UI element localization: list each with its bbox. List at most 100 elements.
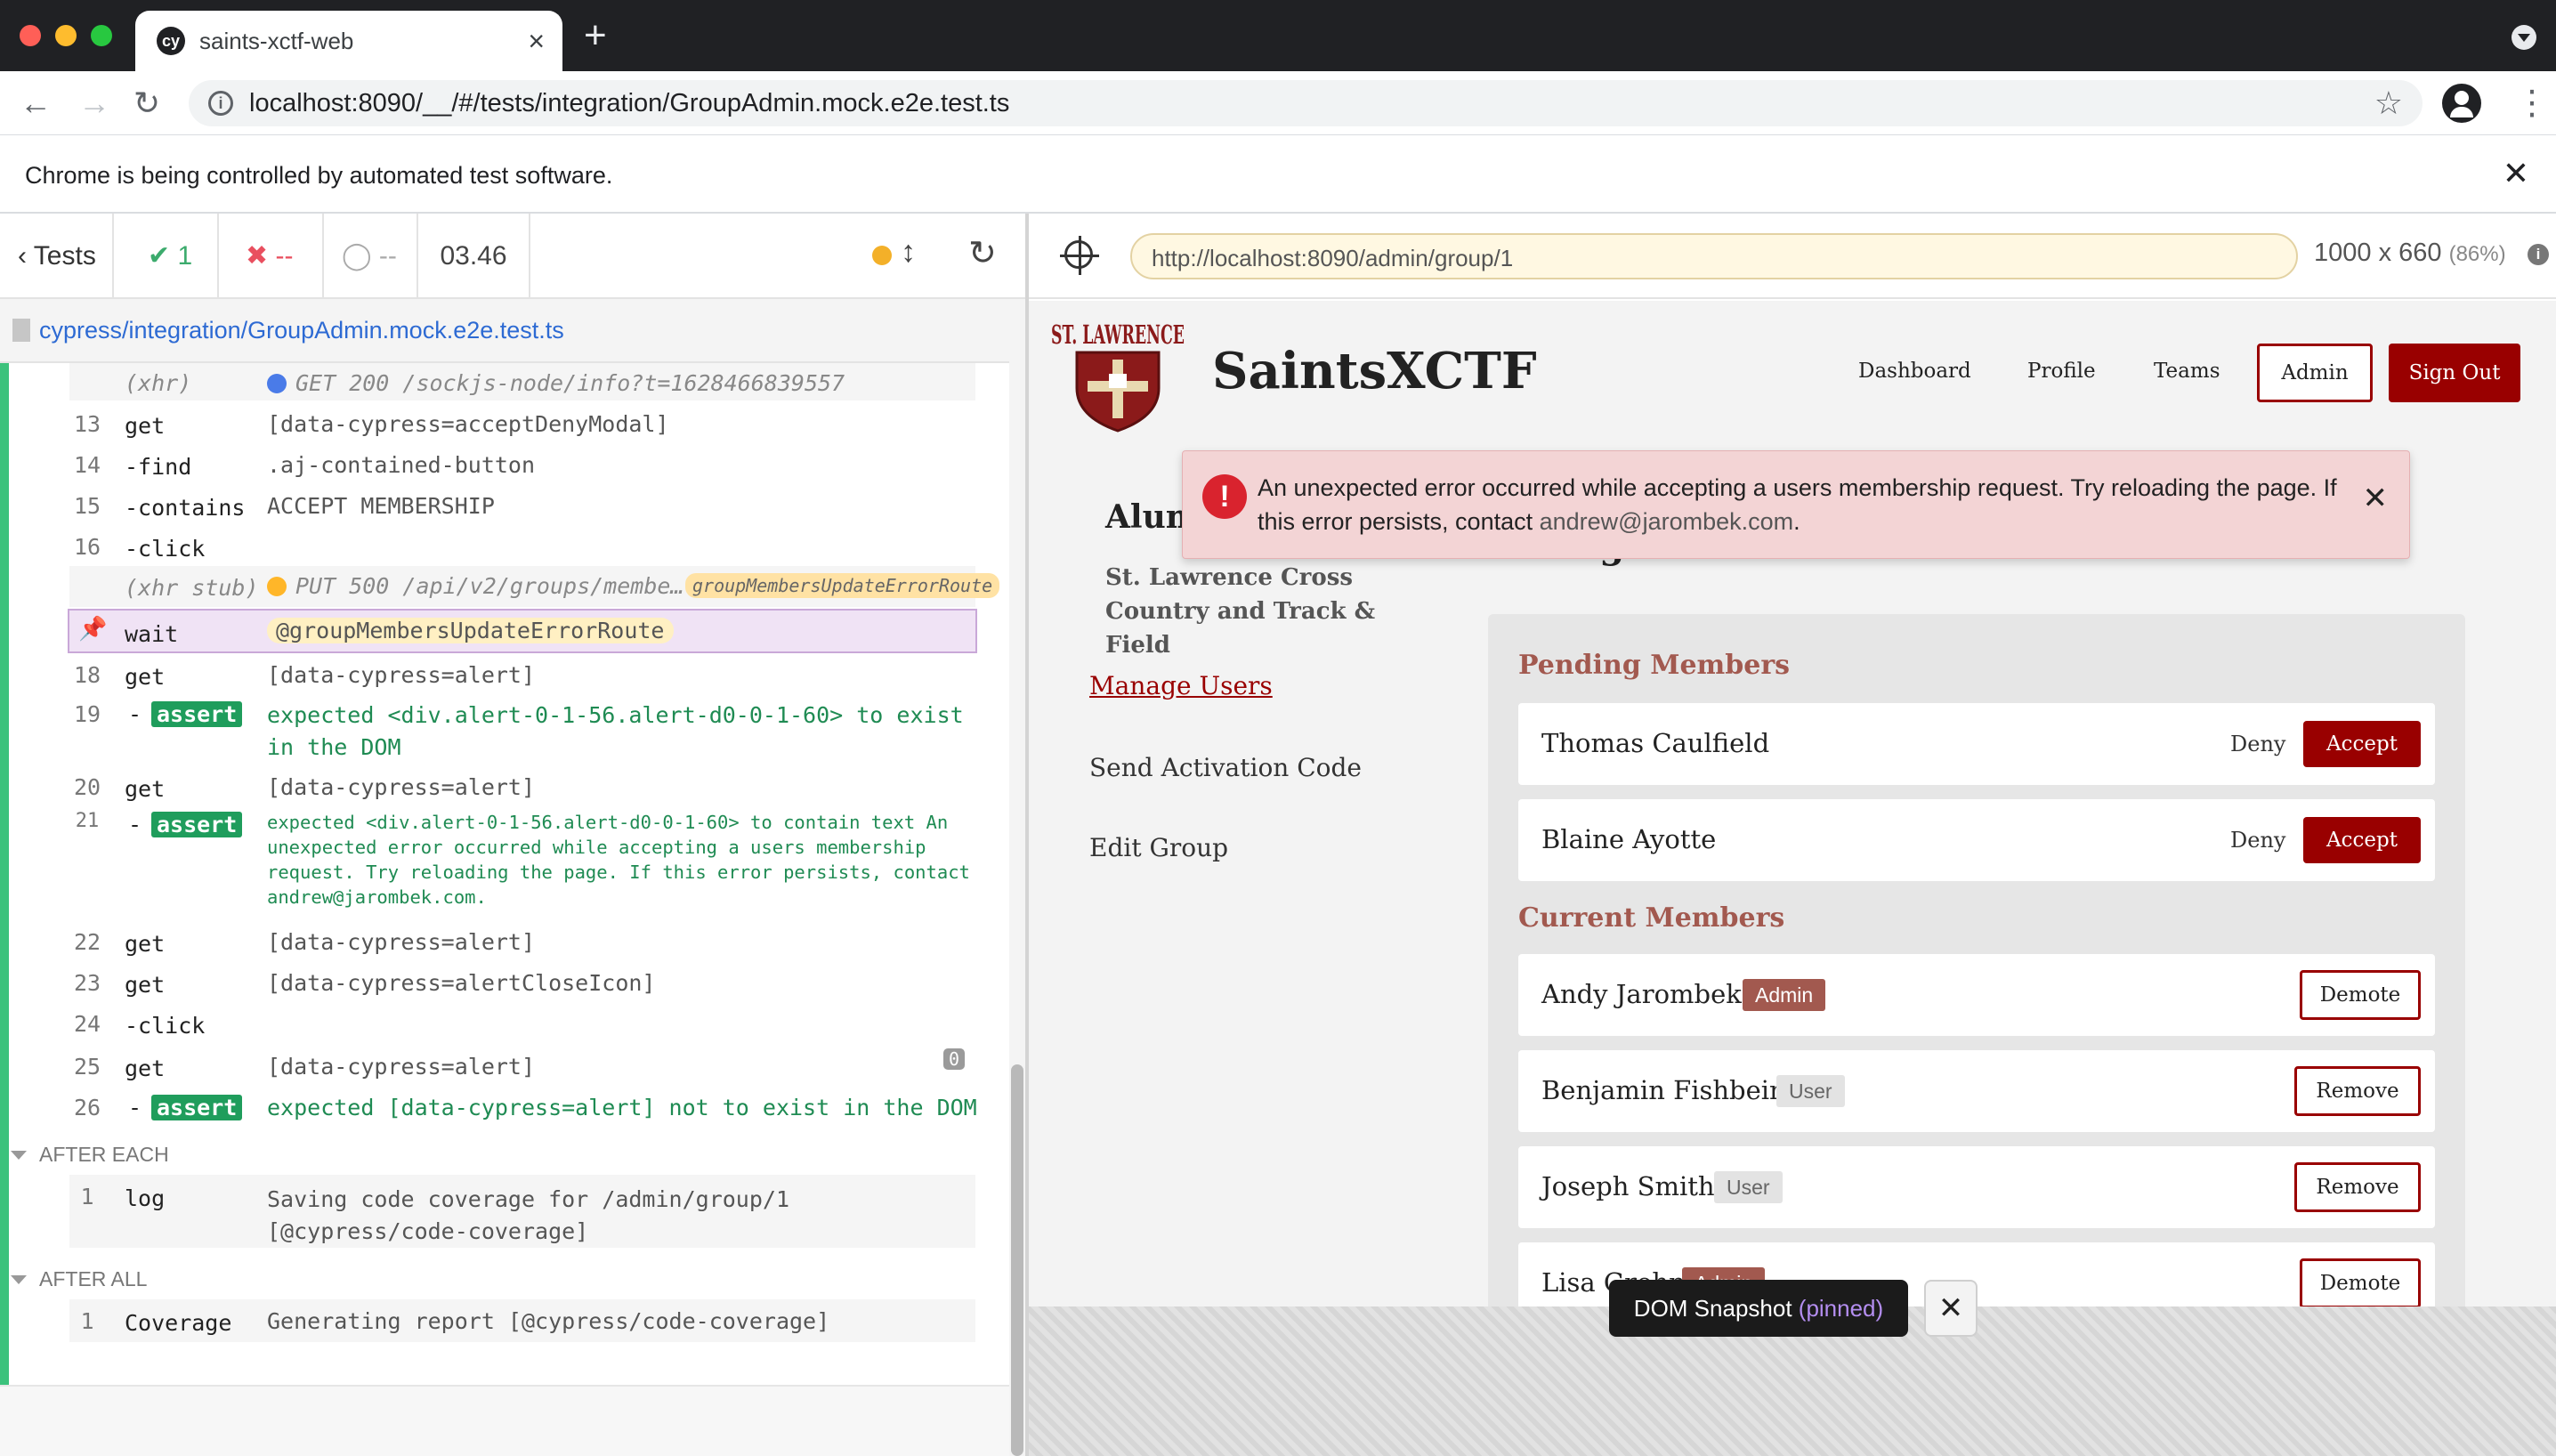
infobar-close-icon[interactable]: ✕ bbox=[2503, 155, 2529, 192]
after-each-hook[interactable]: AFTER EACH bbox=[39, 1137, 975, 1173]
reporter-scrollbar-thumb[interactable] bbox=[1011, 1064, 1023, 1456]
command-row[interactable]: (xhr) GET 200 /sockjs-node/info?t=162846… bbox=[69, 363, 975, 400]
chrome-menu-icon[interactable]: ⋮ bbox=[2515, 84, 2549, 123]
accept-button[interactable]: Accept bbox=[2303, 721, 2421, 767]
command-name: get bbox=[125, 1056, 166, 1081]
command-row[interactable]: 23 get [data-cypress=alertCloseIcon] bbox=[69, 961, 975, 1002]
after-all-hook[interactable]: AFTER ALL bbox=[39, 1262, 975, 1298]
minimize-window-button[interactable] bbox=[55, 25, 77, 46]
bookmark-star-icon[interactable]: ☆ bbox=[2374, 85, 2403, 121]
command-row[interactable]: 20 get [data-cypress=alert] bbox=[69, 767, 975, 806]
maximize-window-button[interactable] bbox=[91, 25, 112, 46]
demote-button[interactable]: Demote bbox=[2300, 1258, 2421, 1306]
spec-path-bar: cypress/integration/GroupAdmin.mock.e2e.… bbox=[0, 299, 1025, 363]
demote-button[interactable]: Demote bbox=[2300, 970, 2421, 1020]
selector-playground-icon[interactable] bbox=[1060, 236, 1099, 275]
check-icon: ✔ bbox=[148, 241, 171, 271]
command-row[interactable]: 19 - assert expected <div.alert-0-1-56.a… bbox=[69, 694, 975, 765]
deny-button[interactable]: Deny bbox=[2230, 828, 2285, 853]
command-row[interactable]: 14 -find .aj-contained-button bbox=[69, 443, 975, 484]
rerun-icon[interactable]: ↻ bbox=[968, 233, 997, 273]
command-row[interactable]: 24 -click bbox=[69, 1002, 975, 1043]
st-lawrence-logo: ST. LAWRENCE bbox=[1051, 320, 1185, 433]
command-number: 16 bbox=[73, 534, 101, 560]
x-icon: ✖ bbox=[246, 241, 269, 271]
tests-back-button[interactable]: ‹ Tests bbox=[0, 214, 114, 299]
address-url[interactable]: localhost:8090/__/#/tests/integration/Gr… bbox=[249, 89, 1009, 117]
alert-message: An unexpected error occurred while accep… bbox=[1258, 474, 2337, 535]
pending-count: ◯ -- bbox=[324, 214, 418, 299]
site-title[interactable]: SaintsXCTF bbox=[1212, 342, 1537, 400]
sidebar-manage-users[interactable]: Manage Users bbox=[1089, 671, 1273, 700]
command-name: wait bbox=[125, 621, 179, 647]
viewport-dimensions: 1000 x 660 bbox=[2314, 239, 2442, 267]
after-each-title: AFTER EACH bbox=[11, 1143, 169, 1167]
command-row-pinned[interactable]: 📌 wait @groupMembersUpdateErrorRoute bbox=[68, 609, 977, 653]
command-row[interactable]: 21 - assert expected <div.alert-0-1-56.a… bbox=[69, 808, 975, 918]
back-icon[interactable]: ← bbox=[20, 84, 52, 123]
logo-text: ST. LAWRENCE bbox=[1051, 320, 1185, 350]
auto-scroll-icon[interactable]: ↕ bbox=[901, 235, 916, 270]
close-window-button[interactable] bbox=[20, 25, 41, 46]
tab-title: saints-xctf-web bbox=[199, 28, 354, 54]
cypress-reporter: ‹ Tests ✔ 1 ✖ -- ◯ -- 03.46 ↕ ↻ cypress/… bbox=[0, 214, 1025, 1456]
aut-url-bar[interactable]: http://localhost:8090/admin/group/1 bbox=[1130, 233, 2298, 279]
nav-admin-button[interactable]: Admin bbox=[2257, 344, 2373, 402]
current-members-title: Current Members bbox=[1518, 902, 1785, 934]
snapshot-close-icon[interactable]: ✕ bbox=[1924, 1280, 1978, 1337]
assert-badge: assert bbox=[151, 812, 243, 837]
command-name: get bbox=[125, 664, 166, 690]
command-row[interactable]: (xhr stub) PUT 500 /api/v2/groups/membe…… bbox=[69, 566, 1000, 607]
xhr-stub-status-icon bbox=[267, 577, 287, 596]
route-alias-badge: groupMembersUpdateErrorRoute bbox=[685, 573, 1000, 598]
address-bar[interactable]: i localhost:8090/__/#/tests/integration/… bbox=[189, 80, 2423, 126]
command-number: 13 bbox=[73, 411, 101, 437]
command-row[interactable]: 16 -click bbox=[69, 525, 975, 566]
command-dash: - bbox=[128, 812, 142, 837]
command-row[interactable]: 22 get [data-cypress=alert] bbox=[69, 920, 975, 961]
command-row[interactable]: 25 get [data-cypress=alert] 0 bbox=[69, 1045, 975, 1086]
command-row[interactable]: 26 - assert expected [data-cypress=alert… bbox=[69, 1086, 977, 1127]
tab-close-icon[interactable]: × bbox=[528, 23, 545, 59]
duration: 03.46 bbox=[418, 214, 530, 299]
nav-teams[interactable]: Teams bbox=[2154, 360, 2220, 383]
command-row[interactable]: 1 Coverage Generating report [@cypress/c… bbox=[69, 1299, 975, 1342]
command-message: [data-cypress=alert] bbox=[267, 1054, 536, 1080]
current-member-card: Benjamin Fishbein User Remove bbox=[1518, 1050, 2435, 1132]
running-status-icon bbox=[872, 246, 892, 265]
command-number: 23 bbox=[73, 970, 101, 996]
viewport-scale: (86%) bbox=[2448, 242, 2506, 266]
remove-button[interactable]: Remove bbox=[2294, 1066, 2421, 1116]
new-tab-icon[interactable]: + bbox=[584, 16, 607, 55]
command-row[interactable]: 15 -contains ACCEPT MEMBERSHIP bbox=[69, 484, 975, 525]
deny-button[interactable]: Deny bbox=[2230, 732, 2285, 756]
remove-button[interactable]: Remove bbox=[2294, 1162, 2421, 1212]
profile-avatar-icon[interactable] bbox=[2442, 84, 2481, 123]
viewport-info-icon[interactable]: i bbox=[2528, 244, 2549, 265]
snapshot-label: DOM Snapshot bbox=[1633, 1295, 1792, 1322]
alert-close-icon[interactable]: ✕ bbox=[2363, 483, 2389, 514]
command-name: get bbox=[125, 972, 166, 998]
command-row[interactable]: 18 get [data-cypress=alert] bbox=[69, 653, 975, 694]
sign-out-button[interactable]: Sign Out bbox=[2389, 344, 2520, 402]
nav-profile[interactable]: Profile bbox=[2027, 360, 2096, 383]
member-name: Joseph Smith bbox=[1541, 1171, 1715, 1201]
contact-email-link[interactable]: andrew@jarombek.com bbox=[1540, 508, 1794, 535]
command-name: Coverage bbox=[125, 1310, 232, 1336]
command-message: expected <div.alert-0-1-56.alert-d0-0-1-… bbox=[267, 702, 964, 760]
browser-tab[interactable]: cy saints-xctf-web × bbox=[135, 11, 562, 71]
sidebar-send-activation-code[interactable]: Send Activation Code bbox=[1089, 753, 1362, 782]
command-row[interactable]: 13 get [data-cypress=acceptDenyModal] bbox=[69, 402, 975, 443]
accept-button[interactable]: Accept bbox=[2303, 817, 2421, 863]
sidebar-edit-group[interactable]: Edit Group bbox=[1089, 833, 1228, 862]
command-dash: - bbox=[128, 701, 142, 727]
command-name: get bbox=[125, 413, 166, 439]
pending-circle-icon: ◯ bbox=[342, 241, 372, 271]
reload-icon[interactable]: ↻ bbox=[133, 84, 160, 123]
spec-path-link[interactable]: cypress/integration/GroupAdmin.mock.e2e.… bbox=[39, 317, 564, 344]
forward-icon[interactable]: → bbox=[78, 84, 110, 123]
site-info-icon[interactable]: i bbox=[208, 91, 233, 116]
tab-search-icon[interactable] bbox=[2512, 25, 2536, 50]
command-row[interactable]: 1 log Saving code coverage for /admin/gr… bbox=[69, 1175, 975, 1248]
nav-dashboard[interactable]: Dashboard bbox=[1858, 360, 1971, 383]
